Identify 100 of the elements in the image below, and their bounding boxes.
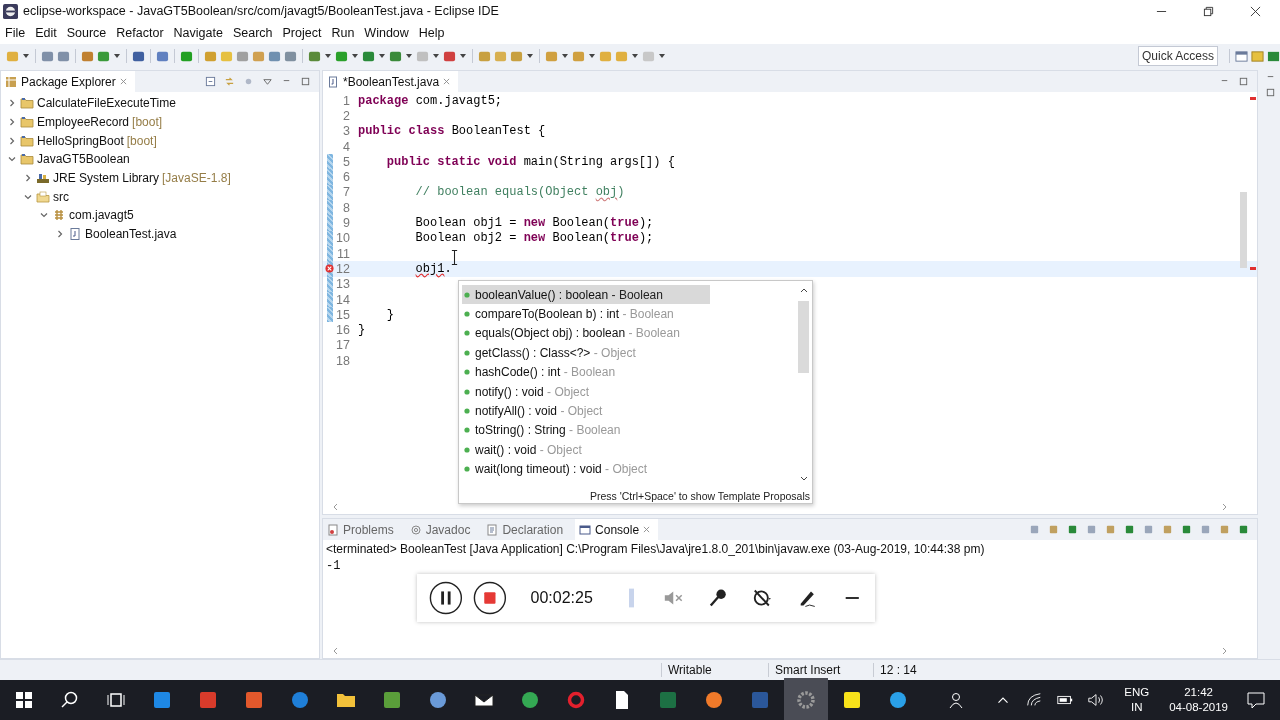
- console-toolbar-icon[interactable]: [1124, 524, 1135, 535]
- toolbar-icon[interactable]: [443, 49, 456, 63]
- stop-button[interactable]: [472, 580, 507, 616]
- caret-icon[interactable]: [22, 52, 30, 60]
- console-toolbar-icon[interactable]: [1162, 524, 1173, 535]
- toolbar-icon[interactable]: [156, 49, 169, 63]
- tree-item[interactable]: com.javagt5: [69, 208, 134, 223]
- perspective-icon[interactable]: [1267, 49, 1280, 63]
- toolbar-icon[interactable]: [81, 49, 94, 63]
- maximize-icon[interactable]: [1264, 87, 1276, 98]
- link-icon[interactable]: [224, 76, 235, 87]
- pause-button[interactable]: [429, 580, 463, 616]
- completion-item[interactable]: toString() : String - Boolean: [462, 420, 710, 441]
- menu-item[interactable]: Search: [232, 26, 273, 40]
- toolbar-icon[interactable]: [284, 49, 297, 63]
- caret-icon[interactable]: [405, 52, 413, 60]
- menu-item[interactable]: Run: [331, 26, 355, 40]
- maximize-icon[interactable]: [1238, 76, 1249, 87]
- toolbar-icon[interactable]: [236, 49, 249, 63]
- caret-icon[interactable]: [658, 52, 666, 60]
- caret-icon[interactable]: [631, 52, 639, 60]
- task-view-icon[interactable]: [106, 690, 126, 710]
- caret-icon[interactable]: [561, 52, 569, 60]
- console-toolbar-icon[interactable]: [1086, 524, 1097, 535]
- caret-icon[interactable]: [378, 52, 386, 60]
- language-text[interactable]: ENG: [1124, 685, 1150, 700]
- toolbar-icon[interactable]: [268, 49, 281, 63]
- console-toolbar-icon[interactable]: [1200, 524, 1211, 535]
- toolbar-icon[interactable]: [41, 49, 54, 63]
- completion-item[interactable]: getClass() : Class<?> - Object: [462, 343, 710, 363]
- scrollbar-thumb[interactable]: [798, 301, 809, 373]
- completion-item[interactable]: compareTo(Boolean b) : int - Boolean: [462, 304, 710, 324]
- toolbar-icon[interactable]: [57, 49, 70, 63]
- completion-item[interactable]: hashCode() : int - Boolean: [462, 362, 710, 382]
- restore-icon[interactable]: [1203, 5, 1214, 17]
- perspective-icon[interactable]: [1235, 49, 1248, 63]
- menu-item[interactable]: Project: [282, 26, 322, 40]
- completion-item[interactable]: equals(Object obj) : boolean - Boolean: [462, 323, 710, 344]
- menu-item[interactable]: Help: [418, 26, 445, 40]
- caret-icon[interactable]: [113, 52, 121, 60]
- app-icon[interactable]: [244, 690, 264, 710]
- menu-item[interactable]: File: [5, 26, 26, 40]
- scrollbar-thumb[interactable]: [1240, 192, 1247, 268]
- menu-item[interactable]: Navigate: [173, 26, 223, 40]
- clock-date[interactable]: 04-08-2019: [1169, 700, 1228, 715]
- scroll-left-icon[interactable]: [331, 646, 339, 656]
- tree-item[interactable]: src: [53, 189, 69, 204]
- app-icon[interactable]: [382, 690, 402, 710]
- tree-item[interactable]: BooleanTest.java: [85, 227, 177, 242]
- tree-item[interactable]: EmployeeRecord: [37, 115, 130, 130]
- console-toolbar-icon[interactable]: [1048, 524, 1059, 535]
- console-toolbar-icon[interactable]: [1219, 524, 1230, 535]
- speaker-icon[interactable]: [1087, 691, 1106, 709]
- toolbar-icon[interactable]: [308, 49, 321, 63]
- menu-item[interactable]: Edit: [35, 26, 57, 40]
- caret-icon[interactable]: [588, 52, 596, 60]
- scroll-left-icon[interactable]: [331, 502, 339, 512]
- clock-time[interactable]: 21:42: [1184, 685, 1213, 700]
- menu-item[interactable]: Source: [66, 26, 107, 40]
- completion-item[interactable]: notifyAll() : void - Object: [462, 401, 710, 421]
- maximize-icon[interactable]: [300, 76, 311, 87]
- toolbar-icon[interactable]: [132, 49, 145, 63]
- toolbar-icon[interactable]: [180, 49, 193, 63]
- notification-icon[interactable]: [1246, 690, 1266, 710]
- completion-item[interactable]: wait() : void - Object: [462, 440, 710, 460]
- quick-access-field[interactable]: Quick Access: [1138, 46, 1218, 66]
- caret-icon[interactable]: [432, 52, 440, 60]
- console-toolbar-icon[interactable]: [1143, 524, 1154, 535]
- ring-icon[interactable]: [566, 690, 586, 710]
- region-text[interactable]: IN: [1130, 700, 1143, 715]
- menu-item[interactable]: Window: [364, 26, 409, 40]
- console-toolbar-icon[interactable]: [1238, 524, 1249, 535]
- caret-icon[interactable]: [351, 52, 359, 60]
- menu-item[interactable]: Refactor: [116, 26, 164, 40]
- scroll-right-icon[interactable]: [1221, 502, 1229, 512]
- completion-item[interactable]: wait(long timeout) : void - Object: [462, 459, 710, 479]
- panel-tab[interactable]: Declaration: [502, 522, 564, 537]
- scroll-right-icon[interactable]: [1221, 646, 1229, 656]
- view-menu-icon[interactable]: [262, 76, 273, 87]
- close-icon[interactable]: [1250, 5, 1261, 17]
- caret-icon[interactable]: [459, 52, 467, 60]
- caret-icon[interactable]: [526, 52, 534, 60]
- tree-item[interactable]: HelloSpringBoot: [37, 133, 124, 148]
- tree-item[interactable]: CalculateFileExecuteTime: [37, 96, 176, 111]
- console-toolbar-icon[interactable]: [1029, 524, 1040, 535]
- tree-item[interactable]: JRE System Library: [53, 171, 160, 186]
- panel-tab[interactable]: Javadoc: [425, 522, 471, 537]
- caret-icon[interactable]: [324, 52, 332, 60]
- toolbar-icon[interactable]: [389, 49, 402, 63]
- grip-icon[interactable]: [628, 588, 635, 608]
- perspective-icon[interactable]: [1251, 49, 1264, 63]
- console-toolbar-icon[interactable]: [1105, 524, 1116, 535]
- tree-item[interactable]: JavaGT5Boolean: [37, 152, 130, 167]
- search-icon[interactable]: [60, 690, 80, 710]
- completion-item[interactable]: booleanValue() : boolean - Boolean: [462, 285, 710, 305]
- completion-item[interactable]: notify() : void - Object: [462, 381, 710, 402]
- panel-tab[interactable]: Problems: [343, 522, 394, 537]
- console-toolbar-icon[interactable]: [1067, 524, 1078, 535]
- start-icon[interactable]: [14, 690, 34, 710]
- toolbar-icon[interactable]: [362, 49, 375, 63]
